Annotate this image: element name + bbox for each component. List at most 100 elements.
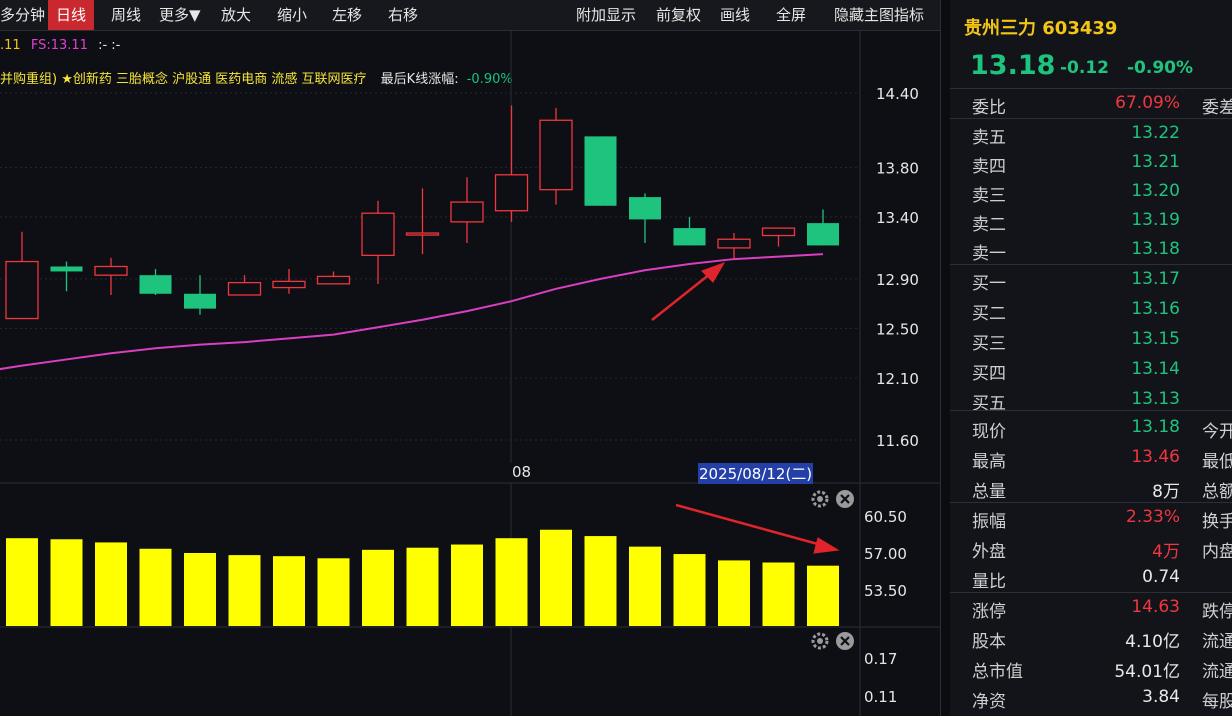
stock-name: 贵州三力 603439 [964,18,1118,39]
buy-row-label: 买三 [972,334,1006,354]
sell-row-value: 13.21 [1131,152,1180,172]
stat-row-value: 4.10亿 [1125,632,1180,652]
stat-row-label: 外盘 [972,542,1006,562]
gear-icon[interactable] [811,632,829,650]
y-tick-label: 13.80 [876,159,919,177]
x-axis-month-label: 08 [512,463,532,481]
volume-bar [6,538,38,626]
sell-row-label: 卖二 [972,215,1006,235]
y-tick-label: 13.40 [876,209,919,227]
stat-row-right-label: 流通 [1202,632,1232,652]
stat-row-value: 13.46 [1131,447,1180,467]
buy-row-label: 买四 [972,364,1006,384]
y-tick-label: 11.60 [876,432,919,450]
stat-row-value: 4万 [1152,542,1180,562]
candle [807,209,839,246]
volume-tick-label: 60.50 [864,508,907,526]
annotation-arrow-1 [651,262,726,321]
sell-row: 卖三 13.20 [950,177,1232,206]
stat-row: 振幅 2.33% 换手 [950,503,1232,532]
volume-bar [406,547,439,626]
volume-bar [362,549,394,626]
candle [539,107,573,205]
volume-bar [807,565,839,626]
candle [494,105,529,222]
candle [717,233,751,260]
stat-row: 最高 13.46 最低 [950,443,1232,472]
stat-row-value: 14.63 [1131,597,1180,617]
sell-row-value: 13.20 [1131,181,1180,201]
indicator-tick-label: 0.11 [864,688,897,706]
sell-row: 卖二 13.19 [950,206,1232,235]
stat-row: 涨停 14.63 跌停 [950,593,1232,622]
stat-row-right-label: 每股 [1202,692,1232,712]
buy-row-label: 买二 [972,304,1006,324]
volume-bar [451,544,483,626]
volume-bar [673,554,706,626]
stat-row-value: 54.01亿 [1114,662,1180,682]
stat-row: 净资 3.84 每股 [950,683,1232,712]
stat-row-right-label: 内盘 [1202,542,1232,562]
stat-row-label: 涨停 [972,602,1006,622]
buy-row: 买一 13.17 [950,265,1232,294]
stat-row-right-label: 换手 [1202,512,1232,532]
price-change: -0.12 [1060,58,1109,78]
volume-bar [718,560,750,626]
candle [629,193,661,243]
candle [184,275,216,315]
volume-bar [762,562,795,626]
candle [272,268,306,294]
candle [450,177,484,243]
candle [94,257,128,296]
annotation-arrow-2 [675,503,840,554]
gear-icon[interactable] [811,490,829,508]
stat-row: 总量 8万 总额 [950,473,1232,502]
volume-bar [139,548,172,626]
price-change-pct: -0.90% [1127,58,1194,78]
close-icon[interactable] [836,632,854,650]
order-ratio-value: 67.09% [1115,93,1180,113]
stat-row-value: 13.18 [1131,417,1180,437]
buy-row-value: 13.17 [1131,269,1180,289]
buy-row-value: 13.13 [1131,389,1180,409]
cursor-date-label: 2025/08/12(二) [698,463,814,484]
stat-row: 股本 4.10亿 流通 [950,623,1232,652]
order-diff-label: 委差 [1202,98,1232,118]
buy-row-value: 13.14 [1131,359,1180,379]
candle [673,216,706,246]
buy-row-label: 买一 [972,274,1006,294]
sell-row: 卖四 13.21 [950,148,1232,177]
volume-bar [540,529,572,626]
stat-row-value: 8万 [1152,482,1180,502]
stat-row-label: 振幅 [972,512,1006,532]
stat-row-label: 总市值 [972,662,1023,682]
volume-bar [184,553,216,626]
volume-bar [273,556,305,626]
stat-row: 外盘 4万 内盘 [950,533,1232,562]
volume-bar [495,538,528,626]
stat-row-value: 2.33% [1125,507,1180,527]
volume-tick-label: 53.50 [864,582,907,600]
stat-row-right-label: 流通 [1202,662,1232,682]
sell-row: 卖一 13.18 [950,235,1232,264]
stat-row-value: 0.74 [1142,567,1180,587]
stat-row-label: 量比 [972,572,1006,592]
buy-row: 买三 13.15 [950,325,1232,354]
volume-bar [584,536,617,626]
volume-bar [95,542,127,626]
sell-row-value: 13.22 [1131,123,1180,143]
sell-row-value: 13.18 [1131,239,1180,259]
y-tick-label: 12.10 [876,370,919,388]
kline-chart[interactable]: 14.40 13.80 13.40 12.90 12.50 12.10 11.60 60.50… [0,0,940,716]
stat-row-right-label: 总额 [1202,482,1232,502]
sell-row-label: 卖一 [972,244,1006,264]
candle [50,261,83,292]
candle [139,268,172,296]
y-tick-label: 14.40 [876,85,919,103]
stat-row-label: 现价 [972,422,1006,442]
close-icon[interactable] [836,490,854,508]
stat-row-label: 股本 [972,632,1006,652]
volume-bar [629,546,661,626]
volume-tick-label: 57.00 [864,545,907,563]
order-ratio-label: 委比 [972,98,1006,118]
